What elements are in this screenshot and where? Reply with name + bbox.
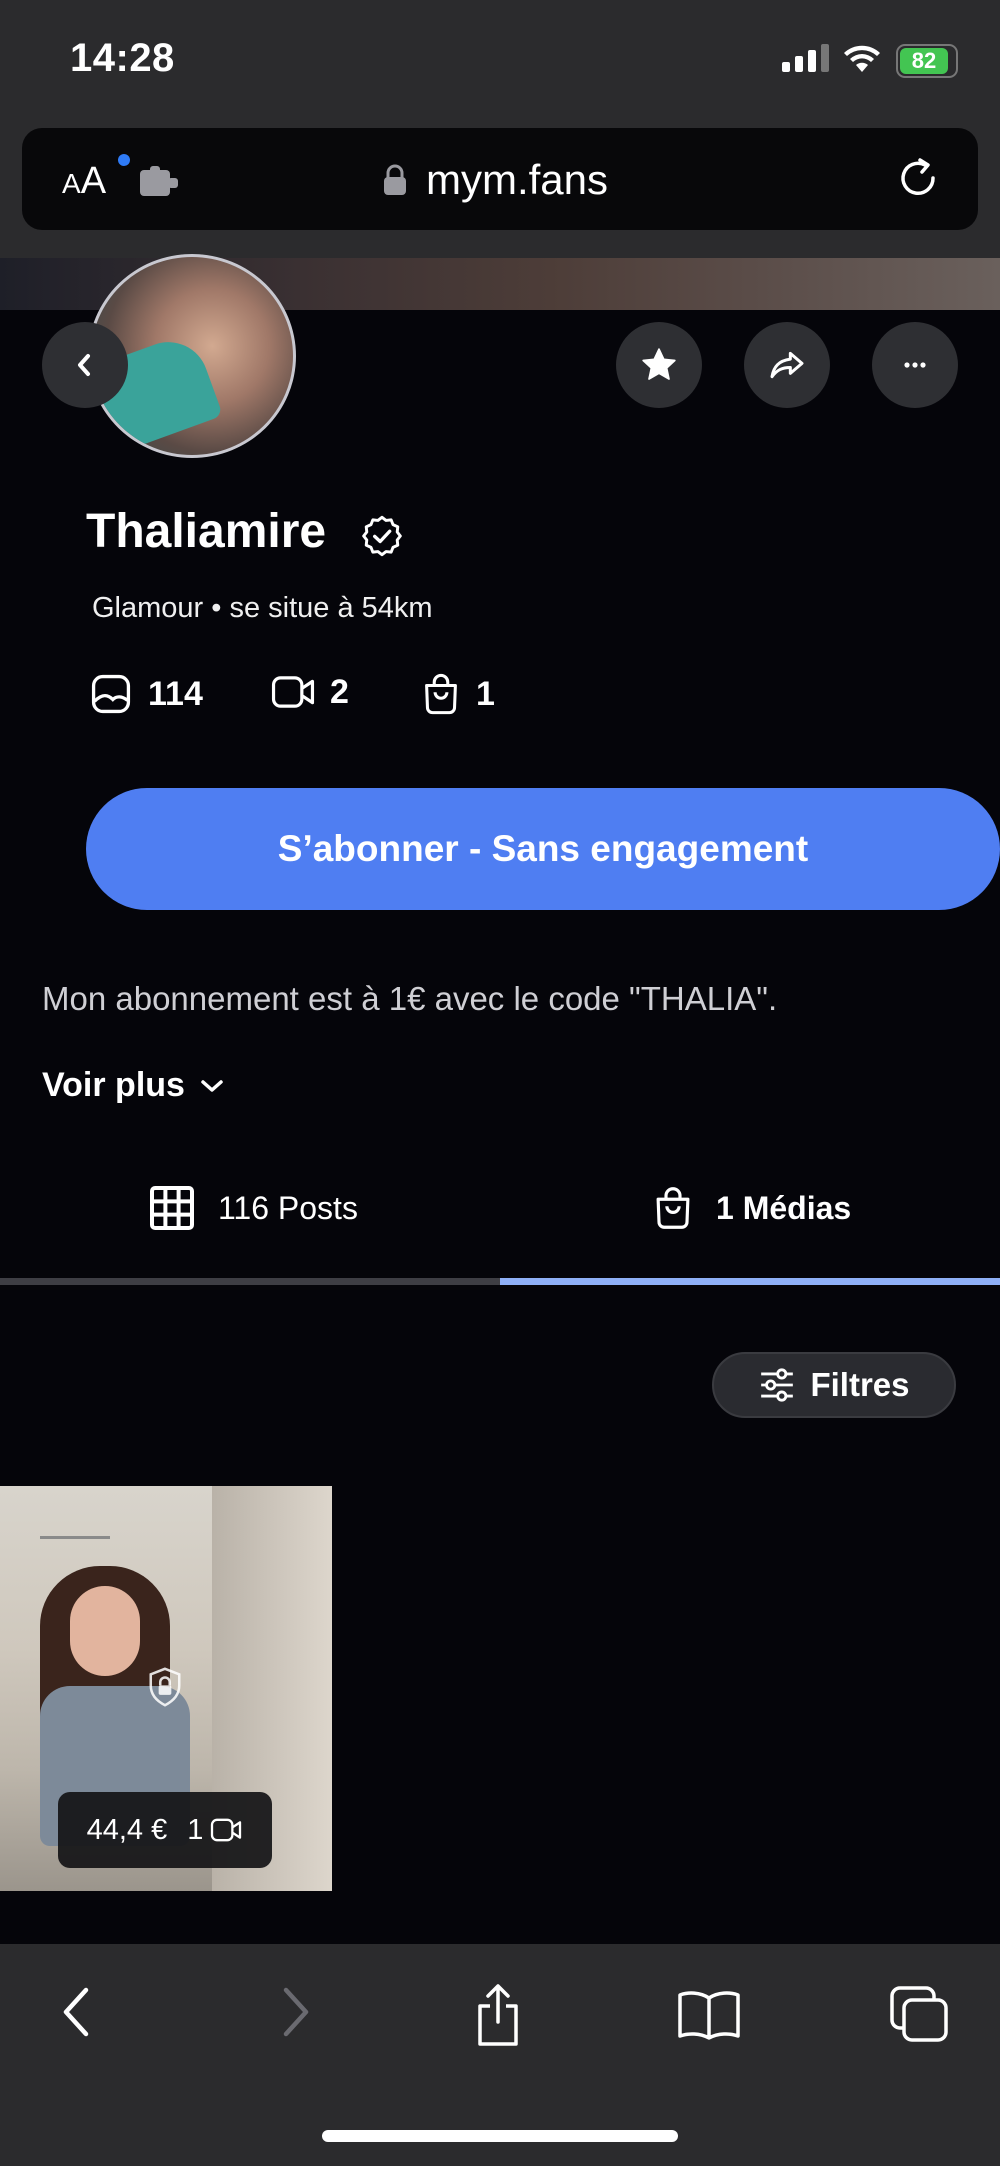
url-text[interactable]: mym.fans <box>426 156 608 204</box>
home-indicator <box>322 2130 678 2142</box>
bookmarks-icon[interactable] <box>676 1988 742 2040</box>
profile-name: Thaliamire <box>86 505 327 558</box>
tab-underline-active <box>500 1278 1000 1285</box>
back-button[interactable] <box>42 322 128 408</box>
tab-posts[interactable]: 116 Posts <box>148 1180 358 1236</box>
profile-bio: Mon abonnement est à 1€ avec le code "TH… <box>42 980 778 1017</box>
profile-subtitle: Glamour • se situe à 54km <box>92 592 433 624</box>
text-size-button[interactable]: AAAA <box>62 160 106 203</box>
media-video-count-value: 1 <box>187 1813 204 1846</box>
reload-icon[interactable] <box>896 156 942 202</box>
battery-indicator: 82 <box>896 44 958 78</box>
shopping-bag-icon <box>425 673 457 715</box>
share-button[interactable] <box>744 322 830 408</box>
tab-medias[interactable]: 1 Médias <box>652 1180 851 1236</box>
notification-dot <box>118 154 130 166</box>
grid-icon <box>150 1186 194 1230</box>
star-icon <box>642 348 676 380</box>
sliders-icon <box>761 1368 794 1402</box>
medias-count-value: 1 <box>476 674 495 713</box>
tab-posts-label: 116 Posts <box>218 1189 358 1226</box>
lock-icon <box>149 1667 181 1707</box>
extension-icon[interactable] <box>138 166 182 198</box>
see-more-label: Voir plus <box>42 1066 185 1104</box>
video-camera-icon <box>211 1818 242 1842</box>
chevron-down-icon <box>201 1079 223 1092</box>
shopping-bag-icon <box>656 1187 690 1229</box>
filters-label: Filtres <box>810 1366 910 1403</box>
tab-medias-label: 1 Médias <box>716 1189 852 1226</box>
media-price: 44,4 € <box>86 1813 168 1846</box>
more-dots-icon <box>904 362 926 368</box>
share-icon[interactable] <box>470 1982 526 2048</box>
cellular-signal-icon <box>782 44 829 72</box>
videos-count: 2 <box>270 672 349 712</box>
favorite-button[interactable] <box>616 322 702 408</box>
video-camera-icon <box>271 676 315 708</box>
media-price-badge: 44,4 € 1 <box>58 1792 272 1868</box>
subscribe-button[interactable]: S’abonner - Sans engagement <box>86 788 1000 910</box>
tab-underline-inactive <box>0 1278 500 1285</box>
photos-count-value: 114 <box>148 674 203 713</box>
videos-count-value: 2 <box>330 672 349 711</box>
verified-badge-icon <box>362 515 402 557</box>
share-arrow-icon <box>770 351 804 379</box>
see-more-button[interactable]: Voir plus <box>42 1066 225 1105</box>
medias-count: 1 <box>420 672 495 716</box>
chevron-left-icon[interactable] <box>56 1982 100 2042</box>
battery-level: 82 <box>900 48 948 74</box>
chevron-right-icon[interactable] <box>272 1982 316 2042</box>
tabs-icon[interactable] <box>888 1984 950 2044</box>
wifi-icon <box>844 45 880 72</box>
chevron-left-icon <box>78 354 90 376</box>
filters-button[interactable]: Filtres <box>712 1352 956 1418</box>
media-video-count: 1 <box>187 1814 243 1847</box>
status-time: 14:28 <box>70 36 175 80</box>
more-button[interactable] <box>872 322 958 408</box>
photo-icon <box>91 674 131 714</box>
photos-count: 114 <box>88 672 203 716</box>
lock-icon <box>384 164 406 195</box>
